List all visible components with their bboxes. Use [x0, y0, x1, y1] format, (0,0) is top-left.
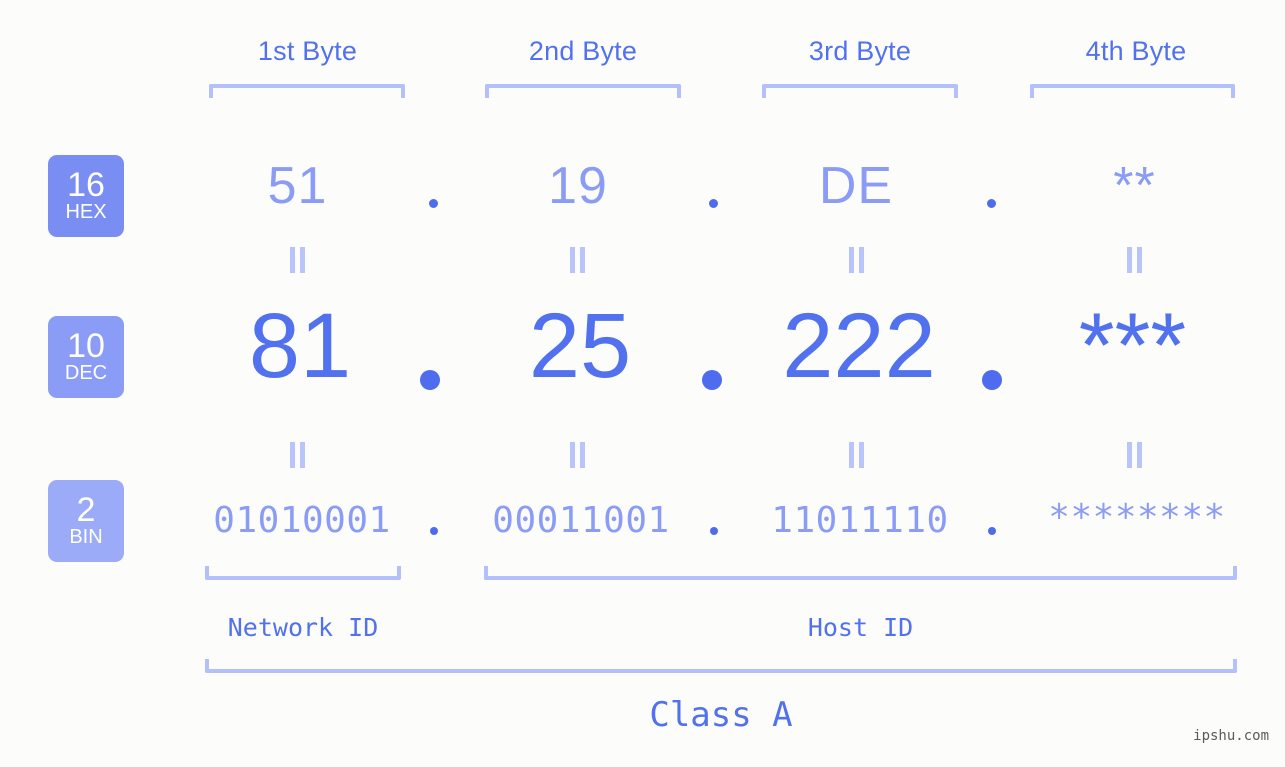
bin-separator-dot-2 — [710, 527, 718, 535]
base-badge-dec-number: 10 — [67, 326, 105, 365]
base-badge-hex-number: 16 — [67, 165, 105, 204]
dec-separator-dot-1 — [420, 370, 440, 390]
base-badge-dec-abbr: DEC — [64, 362, 108, 385]
bin-separator-dot-3 — [988, 527, 996, 535]
class-bracket — [205, 659, 1237, 673]
byte-header-4: 4th Byte — [1085, 36, 1187, 66]
class-label: Class A — [649, 695, 793, 735]
site-watermark: ipshu.com — [1193, 728, 1269, 744]
byte-bracket-top-1 — [209, 84, 405, 98]
hex-separator-dot-1 — [429, 199, 438, 208]
network-id-label: Network ID — [227, 613, 379, 642]
hex-byte-4-value: ** — [1113, 157, 1156, 215]
equals-mark-hex-dec-3 — [848, 247, 866, 273]
equals-mark-dec-bin-2 — [569, 442, 587, 468]
hex-byte-1-value: 51 — [267, 157, 328, 215]
equals-mark-dec-bin-3 — [848, 442, 866, 468]
byte-bracket-top-2 — [485, 84, 681, 98]
bin-separator-dot-1 — [430, 527, 438, 535]
dec-byte-4-value: *** — [1078, 295, 1187, 397]
base-badge-hex: 16 HEX — [48, 155, 124, 237]
hex-separator-dot-3 — [987, 199, 996, 208]
bin-byte-4-value: ******** — [1048, 497, 1226, 538]
byte-header-1: 1st Byte — [257, 36, 358, 66]
base-badge-bin-abbr: BIN — [69, 526, 103, 549]
base-badge-hex-abbr: HEX — [65, 201, 107, 224]
equals-mark-dec-bin-4 — [1126, 442, 1144, 468]
dec-byte-1-value: 81 — [248, 295, 352, 397]
byte-bracket-top-4 — [1030, 84, 1235, 98]
hex-byte-3-value: DE — [818, 157, 894, 215]
equals-mark-hex-dec-1 — [289, 247, 307, 273]
byte-header-2: 2nd Byte — [528, 36, 638, 66]
hex-separator-dot-2 — [709, 199, 718, 208]
base-badge-bin: 2 BIN — [48, 480, 124, 562]
host-id-bracket — [484, 566, 1237, 580]
byte-header-3: 3rd Byte — [808, 36, 912, 66]
bin-byte-3-value: 11011110 — [771, 500, 949, 541]
dec-byte-2-value: 25 — [528, 295, 632, 397]
equals-mark-hex-dec-2 — [569, 247, 587, 273]
base-badge-dec: 10 DEC — [48, 316, 124, 398]
equals-mark-hex-dec-4 — [1126, 247, 1144, 273]
bin-byte-1-value: 01010001 — [213, 500, 391, 541]
ip-breakdown-diagram: 1st Byte 2nd Byte 3rd Byte 4th Byte 16 H… — [0, 0, 1285, 767]
network-id-bracket — [205, 566, 401, 580]
dec-separator-dot-3 — [982, 370, 1002, 390]
byte-bracket-top-3 — [762, 84, 958, 98]
dec-byte-3-value: 222 — [782, 295, 936, 397]
host-id-label: Host ID — [807, 613, 914, 642]
bin-byte-2-value: 00011001 — [492, 500, 670, 541]
dec-separator-dot-2 — [702, 370, 722, 390]
equals-mark-dec-bin-1 — [289, 442, 307, 468]
hex-byte-2-value: 19 — [548, 157, 608, 215]
base-badge-bin-number: 2 — [76, 490, 96, 529]
